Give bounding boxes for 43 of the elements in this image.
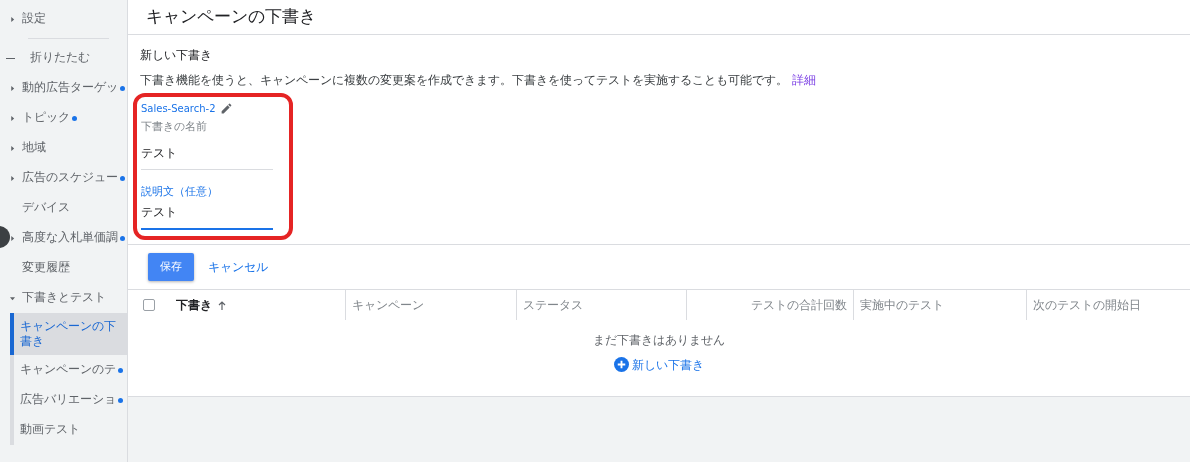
nav-item[interactable]: 高度な入札単価調 [10, 223, 127, 253]
description-text: 下書き機能を使うと、キャンペーンに複数の変更案を作成できます。下書きを使ってテストを実施することも可能です。 詳細 [140, 72, 817, 89]
nav-item[interactable]: 折りたたむ [10, 43, 127, 73]
nav-item[interactable]: 地域 [10, 133, 127, 163]
sort-arrow-icon[interactable] [218, 300, 226, 310]
cancel-button[interactable]: キャンセル [208, 258, 268, 276]
nav-item[interactable]: 下書きとテスト [10, 283, 127, 313]
nav-item[interactable]: 広告バリエーショ [14, 385, 127, 415]
column-header[interactable]: テストの合計回数 [751, 296, 847, 314]
nav-item[interactable]: キャンペーンの下書き [14, 313, 127, 355]
empty-message: まだ下書きはありません [592, 332, 726, 350]
caret-right-icon [10, 16, 15, 22]
draft-name[interactable]: Sales-Search-2 [141, 101, 216, 117]
input-field[interactable]: テスト [141, 140, 273, 170]
nav-item[interactable]: 広告のスケジュー [10, 163, 127, 193]
column-header[interactable]: キャンペーン [352, 296, 424, 314]
column-header[interactable]: 次のテストの開始日 [1033, 296, 1141, 314]
caret-right-icon [10, 115, 15, 121]
new-draft-button[interactable]: 新しい下書き [614, 355, 704, 374]
plus-icon [614, 357, 629, 372]
nav-item[interactable]: デバイス [10, 193, 127, 223]
nav-item[interactable]: トピック [10, 103, 127, 133]
save-button[interactable]: 保存 [148, 252, 194, 282]
caret-right-icon [10, 85, 15, 91]
pencil-icon[interactable] [219, 102, 233, 116]
nav-item[interactable]: 設定 [10, 4, 127, 34]
section-heading: 新しい下書き [140, 47, 213, 64]
details-link[interactable]: 詳細 [791, 73, 816, 87]
checkbox[interactable] [143, 299, 155, 312]
column-header[interactable]: ステータス [523, 296, 583, 314]
column-header[interactable]: 実施中のテスト [860, 296, 944, 314]
nav-item[interactable]: 動的広告ターゲッ [10, 73, 127, 103]
field-label: 下書きの名前 [141, 118, 208, 134]
field-label: 説明文（任意） [141, 183, 219, 199]
nav-item[interactable]: 動画テスト [14, 415, 127, 445]
caret-right-icon [10, 145, 15, 151]
minus-icon [6, 57, 15, 59]
caret-right-icon [10, 175, 15, 181]
nav-item[interactable]: 変更履歴 [10, 253, 127, 283]
nav-item[interactable]: キャンペーンのテ [14, 355, 127, 385]
caret-down-icon [10, 295, 15, 301]
column-header[interactable]: 下書き [176, 296, 212, 314]
input-field[interactable]: テスト [141, 199, 273, 230]
